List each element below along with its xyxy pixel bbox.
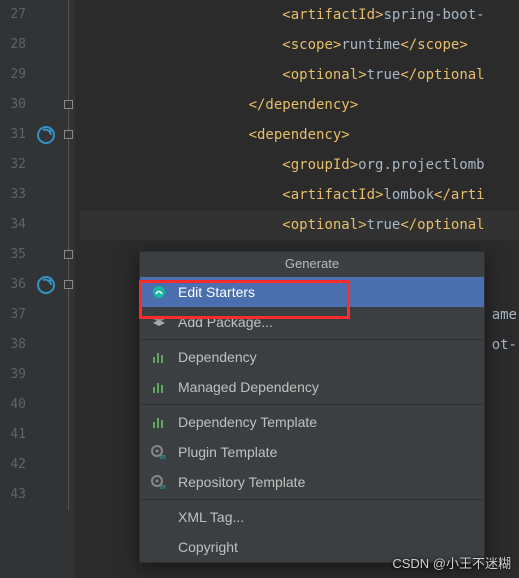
line-number: 42 — [0, 450, 26, 480]
menu-separator — [140, 499, 484, 500]
code-line[interactable]: <artifactId>spring-boot- — [80, 0, 519, 30]
menu-item-managed-dependency[interactable]: Managed Dependency — [140, 372, 484, 402]
menu-item-xml-tag[interactable]: XML Tag... — [140, 502, 484, 532]
line-number: 36 — [0, 270, 26, 300]
fold-toggle-icon[interactable] — [64, 130, 73, 139]
menu-item-add-package[interactable]: Add Package... — [140, 307, 484, 337]
menu-item-label: XML Tag... — [178, 509, 244, 525]
line-number: 39 — [0, 360, 26, 390]
run-gutter-icon[interactable] — [36, 125, 56, 145]
code-line[interactable]: <dependency> — [80, 120, 519, 150]
menu-item-label: Copyright — [178, 539, 238, 555]
fold-toggle-icon[interactable] — [64, 100, 73, 109]
gutter-icons — [32, 0, 62, 578]
code-line[interactable]: <artifactId>lombok</arti — [80, 180, 519, 210]
line-number: 32 — [0, 150, 26, 180]
bars-icon — [150, 379, 168, 395]
generate-popup: Generate Edit Starters Add Package... Depe… — [139, 251, 485, 563]
line-number: 33 — [0, 180, 26, 210]
fold-toggle-icon[interactable] — [64, 280, 73, 289]
menu-item-label: Dependency — [178, 349, 257, 365]
line-number: 29 — [0, 60, 26, 90]
menu-item-edit-starters[interactable]: Edit Starters — [140, 277, 484, 307]
gear-m-icon: m — [150, 474, 168, 490]
menu-item-label: Repository Template — [178, 474, 305, 490]
code-line[interactable]: </dependency> — [80, 90, 519, 120]
menu-item-label: Plugin Template — [178, 444, 277, 460]
line-number: 28 — [0, 30, 26, 60]
svg-text:m: m — [160, 482, 166, 490]
code-line[interactable]: <scope>runtime</scope> — [80, 30, 519, 60]
watermark: CSDN @小王不迷糊 — [392, 553, 511, 572]
bars-icon — [150, 349, 168, 365]
gear-m-icon: m — [150, 444, 168, 460]
none-icon — [150, 539, 168, 555]
circle-teal-icon — [150, 284, 168, 300]
menu-item-dependency[interactable]: Dependency — [140, 342, 484, 372]
line-number: 43 — [0, 480, 26, 510]
line-number: 38 — [0, 330, 26, 360]
popup-title: Generate — [140, 252, 484, 277]
line-number: 35 — [0, 240, 26, 270]
code-line[interactable]: <optional>true</optional — [80, 210, 519, 240]
line-number: 41 — [0, 420, 26, 450]
menu-item-label: Dependency Template — [178, 414, 317, 430]
menu-separator — [140, 404, 484, 405]
line-number: 30 — [0, 90, 26, 120]
menu-item-label: Managed Dependency — [178, 379, 319, 395]
run-gutter-icon[interactable] — [36, 275, 56, 295]
code-line[interactable]: <groupId>org.projectlomb — [80, 150, 519, 180]
menu-item-label: Edit Starters — [178, 284, 255, 300]
menu-item-repository-template[interactable]: m Repository Template — [140, 467, 484, 497]
menu-item-plugin-template[interactable]: m Plugin Template — [140, 437, 484, 467]
menu-item-dependency-template[interactable]: Dependency Template — [140, 407, 484, 437]
fold-toggle-icon[interactable] — [64, 250, 73, 259]
line-number: 34 — [0, 210, 26, 240]
line-numbers: 2728293031323334353637383940414243 — [0, 0, 32, 578]
line-number: 27 — [0, 0, 26, 30]
svg-text:m: m — [160, 452, 166, 460]
stack-icon — [150, 314, 168, 330]
line-number: 40 — [0, 390, 26, 420]
menu-separator — [140, 339, 484, 340]
line-number: 31 — [0, 120, 26, 150]
fold-column — [62, 0, 76, 578]
bars-icon — [150, 414, 168, 430]
line-number: 37 — [0, 300, 26, 330]
code-line[interactable]: <optional>true</optional — [80, 60, 519, 90]
menu-item-label: Add Package... — [178, 314, 273, 330]
none-icon — [150, 509, 168, 525]
